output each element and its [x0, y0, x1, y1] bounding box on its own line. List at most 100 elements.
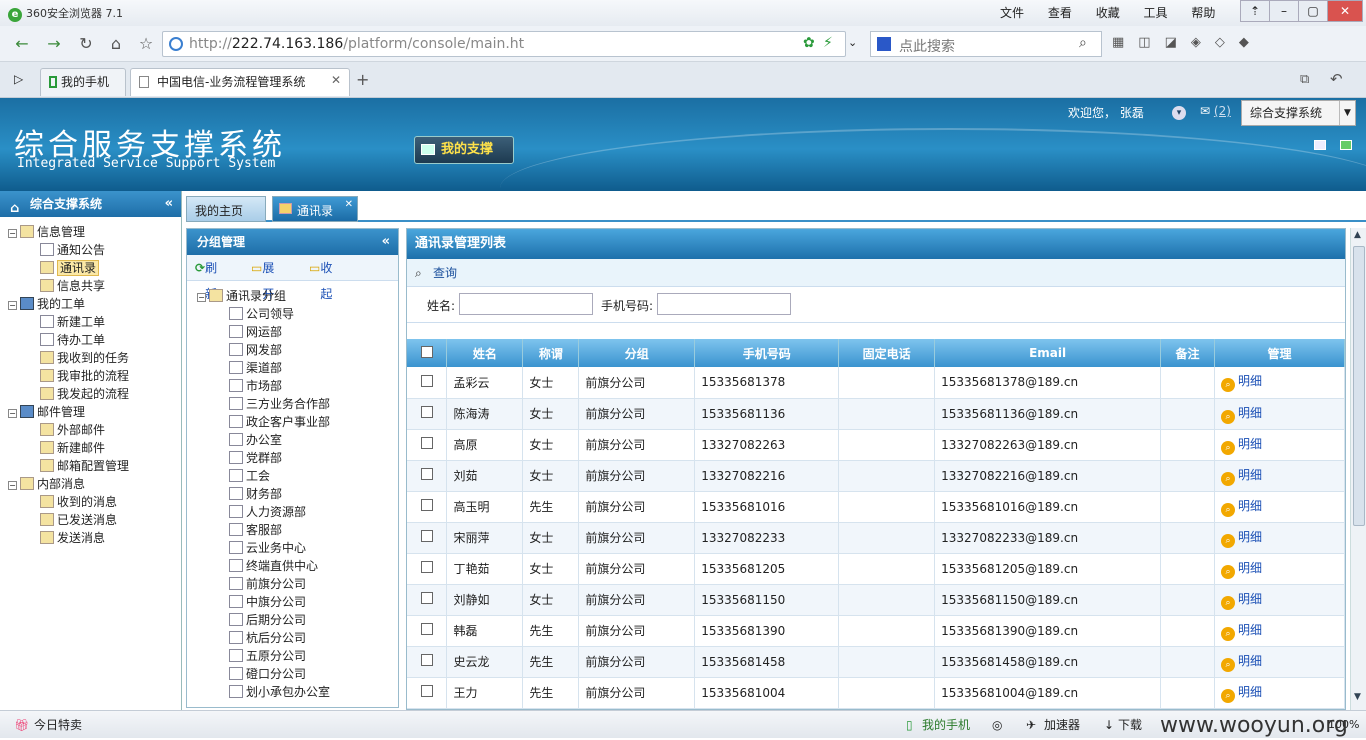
my-support-button[interactable]: 我的支撑: [414, 136, 514, 164]
sidebar-item[interactable]: 通知公告: [40, 241, 105, 259]
row-checkbox[interactable]: [420, 374, 433, 387]
detail-link[interactable]: ⌕ 明细: [1221, 561, 1262, 579]
undo-close-icon[interactable]: ↶: [1330, 70, 1343, 88]
table-row[interactable]: 丁艳茹 女士 前旗分公司 15335681205 15335681205@189.cn ⌕…: [407, 553, 1345, 585]
sidebar-item[interactable]: 我收到的任务: [40, 349, 129, 367]
tree-toggle-icon[interactable]: −: [197, 293, 206, 302]
row-checkbox[interactable]: [420, 468, 433, 480]
detail-link[interactable]: ⌕ 明细: [1221, 623, 1262, 641]
sidebar-item[interactable]: − 内部消息: [8, 475, 85, 493]
toolbar-extensions[interactable]: ▦◫◪◈◇◆: [1112, 35, 1263, 50]
group-item[interactable]: 三方业务合作部: [229, 395, 330, 413]
sidebar-item[interactable]: 发送消息: [40, 529, 105, 547]
table-row[interactable]: 王力 先生 前旗分公司 15335681004 15335681004@189.cn ⌕ 明…: [407, 677, 1345, 709]
search-icon[interactable]: ⌕: [1079, 35, 1087, 51]
star-icon[interactable]: ☆: [136, 34, 156, 54]
download-button[interactable]: 下载: [1118, 711, 1142, 739]
table-row[interactable]: 高原 女士 前旗分公司 13327082263 13327082263@189.cn ⌕ 明…: [407, 429, 1345, 461]
row-checkbox-cell[interactable]: [407, 398, 448, 430]
minimize-button[interactable]: –: [1269, 0, 1299, 22]
row-checkbox[interactable]: [420, 499, 433, 511]
sidebar-item[interactable]: − 邮件管理: [8, 403, 85, 421]
group-item[interactable]: 渠道部: [229, 359, 282, 377]
select-all-checkbox[interactable]: [420, 345, 433, 358]
search-input[interactable]: 点此搜索 ⌕: [870, 31, 1102, 57]
sidebar-item[interactable]: 信息共享: [40, 277, 105, 295]
group-item[interactable]: 划小承包办公室: [229, 683, 330, 701]
expand-button[interactable]: ▭ 展开: [251, 255, 274, 301]
tree-toggle-icon[interactable]: −: [8, 301, 17, 310]
group-item[interactable]: 人力资源部: [229, 503, 306, 521]
sidebar-item[interactable]: − 我的工单: [8, 295, 85, 313]
name-input[interactable]: [459, 293, 593, 315]
exit-icon[interactable]: [1340, 140, 1352, 150]
group-item[interactable]: 云业务中心: [229, 539, 306, 557]
menu-help[interactable]: 帮助: [1191, 6, 1215, 20]
group-item[interactable]: 市场部: [229, 377, 282, 395]
daily-deals-link[interactable]: 今日特卖: [34, 711, 82, 739]
menu-tools[interactable]: 工具: [1144, 6, 1168, 20]
scroll-up-icon[interactable]: ▲: [1354, 230, 1361, 240]
tree-toggle-icon[interactable]: −: [8, 409, 17, 418]
tab-my-phone[interactable]: 我的手机: [40, 68, 126, 96]
collapse-button[interactable]: ▭ 收起: [309, 255, 332, 301]
mail-notification[interactable]: ✉ (2): [1200, 104, 1231, 118]
row-checkbox-cell[interactable]: [407, 522, 448, 554]
sidebar-item[interactable]: 我审批的流程: [40, 367, 129, 385]
tab-active-page[interactable]: 中国电信-业务流程管理系统 ✕: [130, 68, 350, 96]
group-root[interactable]: − 通讯录分组: [197, 287, 286, 305]
row-checkbox-cell[interactable]: [407, 677, 448, 709]
ie-icon[interactable]: ◎: [992, 711, 1002, 739]
group-item[interactable]: 中旗分公司: [229, 593, 306, 611]
close-window-button[interactable]: ✕: [1327, 0, 1363, 22]
row-checkbox[interactable]: [420, 654, 433, 666]
detail-link[interactable]: ⌕ 明细: [1221, 374, 1262, 393]
accelerator-button[interactable]: 加速器: [1044, 711, 1080, 739]
row-checkbox[interactable]: [420, 406, 433, 418]
refresh-green-icon[interactable]: ✿: [803, 35, 815, 51]
table-row[interactable]: 史云龙 先生 前旗分公司 15335681458 15335681458@189.cn ⌕…: [407, 646, 1345, 678]
detail-link[interactable]: ⌕ 明细: [1221, 437, 1262, 455]
table-row[interactable]: 刘静如 女士 前旗分公司 15335681150 15335681150@189.cn ⌕…: [407, 584, 1345, 616]
row-checkbox-cell[interactable]: [407, 460, 448, 492]
search-engine-icon[interactable]: [877, 37, 891, 51]
detail-link[interactable]: ⌕ 明细: [1221, 685, 1262, 703]
row-checkbox-cell[interactable]: [407, 615, 448, 647]
table-row[interactable]: 韩磊 先生 前旗分公司 15335681390 15335681390@189.cn ⌕ 明…: [407, 615, 1345, 647]
user-dropdown-icon[interactable]: ▾: [1172, 106, 1186, 120]
collapse-icon[interactable]: «: [382, 229, 390, 255]
close-tab-icon[interactable]: ✕: [331, 73, 341, 87]
tree-toggle-icon[interactable]: −: [8, 481, 17, 490]
row-checkbox-cell[interactable]: [407, 584, 448, 616]
maximize-button[interactable]: ▢: [1298, 0, 1328, 22]
my-phone-link[interactable]: 我的手机: [922, 711, 970, 739]
row-checkbox-cell[interactable]: [407, 367, 448, 399]
system-select[interactable]: 综合支撑系统 ▼: [1241, 100, 1356, 126]
group-item[interactable]: 网运部: [229, 323, 282, 341]
row-checkbox-cell[interactable]: [407, 646, 448, 678]
forward-icon[interactable]: →: [44, 34, 64, 54]
sidebar-item[interactable]: 新建工单: [40, 313, 105, 331]
sidebar-item[interactable]: 通讯录: [40, 259, 100, 277]
phone-input[interactable]: [657, 293, 791, 315]
sidebar-item[interactable]: 外部邮件: [40, 421, 105, 439]
lightning-icon[interactable]: ⚡: [823, 35, 833, 51]
row-checkbox[interactable]: [420, 592, 433, 604]
row-checkbox[interactable]: [420, 530, 433, 542]
sidebar-item[interactable]: 待办工单: [40, 331, 105, 349]
back-icon[interactable]: ←: [12, 34, 32, 54]
detail-link[interactable]: ⌕ 明细: [1221, 654, 1262, 672]
tree-toggle-icon[interactable]: −: [8, 229, 17, 238]
group-item[interactable]: 前旗分公司: [229, 575, 306, 593]
row-checkbox[interactable]: [420, 623, 433, 635]
vertical-scrollbar[interactable]: ▲ ▼: [1350, 228, 1366, 710]
row-checkbox[interactable]: [420, 685, 433, 697]
sidebar-item[interactable]: 收到的消息: [40, 493, 117, 511]
url-dropdown-icon[interactable]: ⌄: [848, 36, 857, 49]
group-item[interactable]: 杭后分公司: [229, 629, 306, 647]
row-checkbox[interactable]: [420, 561, 433, 573]
detail-link[interactable]: ⌕ 明细: [1221, 530, 1262, 548]
group-item[interactable]: 公司领导: [229, 305, 294, 323]
url-input[interactable]: http://222.74.163.186/platform/console/m…: [162, 31, 846, 57]
menu-view[interactable]: 查看: [1048, 6, 1072, 20]
